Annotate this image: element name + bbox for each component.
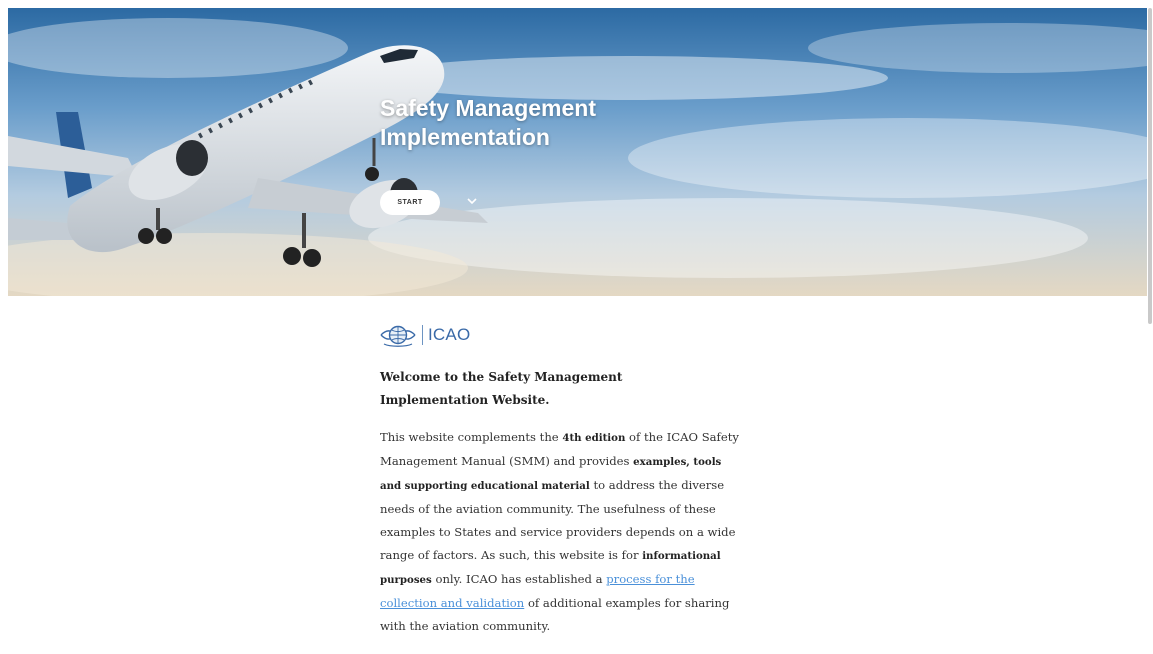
airplane-hero-image (8, 8, 1147, 296)
scrollbar-thumb[interactable] (1148, 8, 1152, 324)
icao-logo: ICAO (380, 318, 740, 352)
intro-paragraph: This website complements the 4th edition… (380, 426, 740, 638)
icao-emblem-icon (380, 325, 416, 347)
page: Safety Management Implementation START I… (0, 0, 1153, 654)
scrollbar[interactable] (1147, 0, 1153, 654)
intro-text-4: only. ICAO has established a (431, 572, 607, 586)
intro-section: ICAO Welcome to the Safety Management Im… (380, 318, 740, 638)
hero-banner: Safety Management Implementation START (8, 8, 1147, 296)
hero-title: Safety Management Implementation (380, 95, 597, 150)
logo-separator (422, 325, 423, 345)
start-button[interactable]: START (380, 190, 440, 215)
chevron-down-icon[interactable] (466, 196, 478, 206)
welcome-heading: Welcome to the Safety Management Impleme… (380, 370, 623, 407)
icao-logo-text: ICAO (428, 325, 471, 344)
intro-bold-edition: 4th edition (562, 432, 626, 444)
intro-text-1: This website complements the (380, 430, 563, 444)
